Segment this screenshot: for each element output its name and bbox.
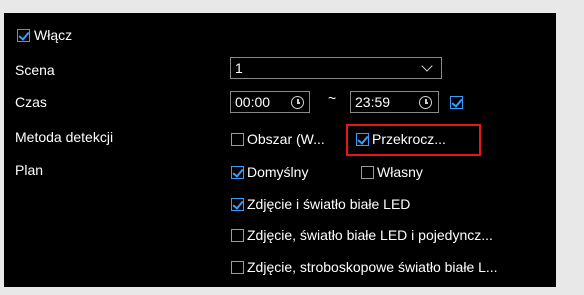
time-checkbox[interactable]	[450, 96, 463, 109]
time-separator: ~	[328, 90, 337, 106]
end-time-input[interactable]: 23:59	[350, 91, 439, 113]
start-time-value: 00:00	[235, 94, 271, 110]
detection-method-label: Metoda detekcji	[15, 129, 114, 145]
action-photo-led-checkbox[interactable]	[231, 198, 244, 211]
plan-custom-checkbox[interactable]	[361, 166, 374, 179]
scene-select[interactable]: 1	[230, 57, 442, 79]
action-photo-strobe-checkbox[interactable]	[231, 261, 244, 274]
enable-checkbox[interactable]	[17, 29, 30, 42]
area-detection-label: Obszar (W...	[247, 131, 325, 147]
plan-default-checkbox[interactable]	[231, 166, 244, 179]
detection-settings-panel: Włącz Scena 1 Czas 00:00 ~ 23:59 Metoda …	[4, 13, 556, 287]
time-label: Czas	[15, 94, 47, 110]
scene-value: 1	[235, 60, 243, 76]
plan-label: Plan	[15, 162, 44, 178]
enable-label: Włącz	[34, 27, 73, 43]
start-time-input[interactable]: 00:00	[230, 91, 310, 113]
chevron-down-icon	[421, 60, 433, 72]
clock-icon[interactable]	[291, 96, 304, 109]
area-detection-checkbox[interactable]	[231, 133, 244, 146]
plan-custom-label: Własny	[377, 164, 423, 180]
plan-default-label: Domyślny	[247, 164, 309, 180]
end-time-value: 23:59	[355, 94, 391, 110]
highlight-box	[346, 124, 481, 156]
action-photo-strobe-label: Zdjęcie, stroboskopowe światło białe L..…	[247, 259, 498, 275]
action-photo-led-single-checkbox[interactable]	[231, 229, 244, 242]
clock-icon[interactable]	[419, 96, 432, 109]
action-photo-led-label: Zdjęcie i światło białe LED	[247, 196, 411, 212]
scene-label: Scena	[15, 62, 55, 78]
action-photo-led-single-label: Zdjęcie, światło białe LED i pojedyncz..…	[247, 227, 493, 243]
